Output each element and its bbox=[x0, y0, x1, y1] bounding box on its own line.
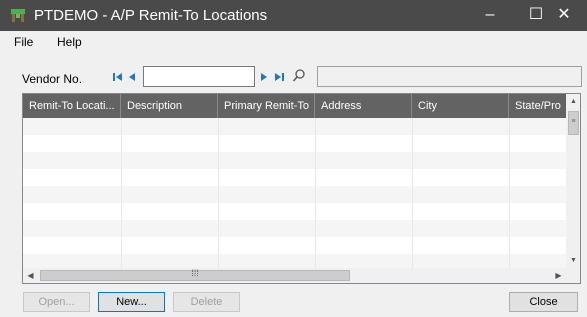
column-divider bbox=[509, 118, 510, 268]
grid-rows[interactable] bbox=[23, 118, 566, 271]
title-bar: PTDEMO - A/P Remit-To Locations – ☐ ✕ bbox=[0, 0, 587, 31]
table-row[interactable] bbox=[23, 118, 566, 135]
delete-button[interactable]: Delete bbox=[173, 292, 240, 312]
column-header-primary-remit-to[interactable]: Primary Remit-To bbox=[218, 94, 315, 118]
first-record-icon[interactable] bbox=[112, 70, 124, 84]
column-divider bbox=[412, 118, 413, 268]
column-header-state[interactable]: State/Pro bbox=[509, 94, 566, 118]
scroll-up-icon[interactable]: ▲ bbox=[566, 94, 580, 109]
scroll-left-icon[interactable]: ◀ bbox=[23, 268, 38, 283]
remit-to-grid[interactable]: Remit-To Locati... Description Primary R… bbox=[22, 93, 581, 284]
table-row[interactable] bbox=[23, 220, 566, 237]
menu-help[interactable]: Help bbox=[57, 35, 82, 49]
app-tree-icon bbox=[11, 9, 25, 22]
column-divider bbox=[315, 118, 316, 268]
previous-record-icon[interactable] bbox=[126, 70, 138, 84]
menu-bar: File Help bbox=[0, 31, 587, 53]
finder-search-icon[interactable] bbox=[292, 68, 306, 84]
horizontal-scrollbar[interactable]: ◀ ⁞⁞⁞ ▶ bbox=[23, 268, 566, 283]
table-row[interactable] bbox=[23, 135, 566, 152]
grid-header: Remit-To Locati... Description Primary R… bbox=[23, 94, 566, 118]
menu-file[interactable]: File bbox=[14, 35, 33, 49]
window-title: PTDEMO - A/P Remit-To Locations bbox=[34, 7, 268, 24]
column-divider bbox=[218, 118, 219, 268]
table-row[interactable] bbox=[23, 203, 566, 220]
close-window-button[interactable]: ✕ bbox=[541, 0, 587, 31]
scroll-right-icon[interactable]: ▶ bbox=[551, 268, 566, 283]
column-divider bbox=[121, 118, 122, 268]
scroll-down-icon[interactable]: ▼ bbox=[566, 253, 580, 268]
column-header-remit-to-location[interactable]: Remit-To Locati... bbox=[23, 94, 121, 118]
column-header-address[interactable]: Address bbox=[315, 94, 412, 118]
table-row[interactable] bbox=[23, 152, 566, 169]
table-row[interactable] bbox=[23, 186, 566, 203]
vertical-scroll-thumb[interactable]: ≡ bbox=[568, 111, 579, 135]
vendor-number-input[interactable] bbox=[143, 66, 255, 87]
table-row[interactable] bbox=[23, 169, 566, 186]
close-button[interactable]: Close bbox=[509, 292, 578, 312]
vendor-number-label: Vendor No. bbox=[22, 72, 83, 86]
column-header-description[interactable]: Description bbox=[121, 94, 218, 118]
last-record-icon[interactable] bbox=[273, 70, 285, 84]
new-button[interactable]: New... bbox=[98, 292, 165, 312]
minimize-button[interactable]: – bbox=[467, 0, 513, 31]
horizontal-scroll-thumb[interactable]: ⁞⁞⁞ bbox=[40, 269, 350, 281]
column-header-city[interactable]: City bbox=[412, 94, 509, 118]
vendor-name-display bbox=[317, 66, 582, 87]
open-button[interactable]: Open... bbox=[23, 292, 90, 312]
scrollbar-corner bbox=[566, 268, 580, 283]
table-row[interactable] bbox=[23, 237, 566, 254]
vertical-scrollbar[interactable]: ▲ ≡ ▼ bbox=[566, 94, 580, 268]
next-record-icon[interactable] bbox=[258, 70, 270, 84]
